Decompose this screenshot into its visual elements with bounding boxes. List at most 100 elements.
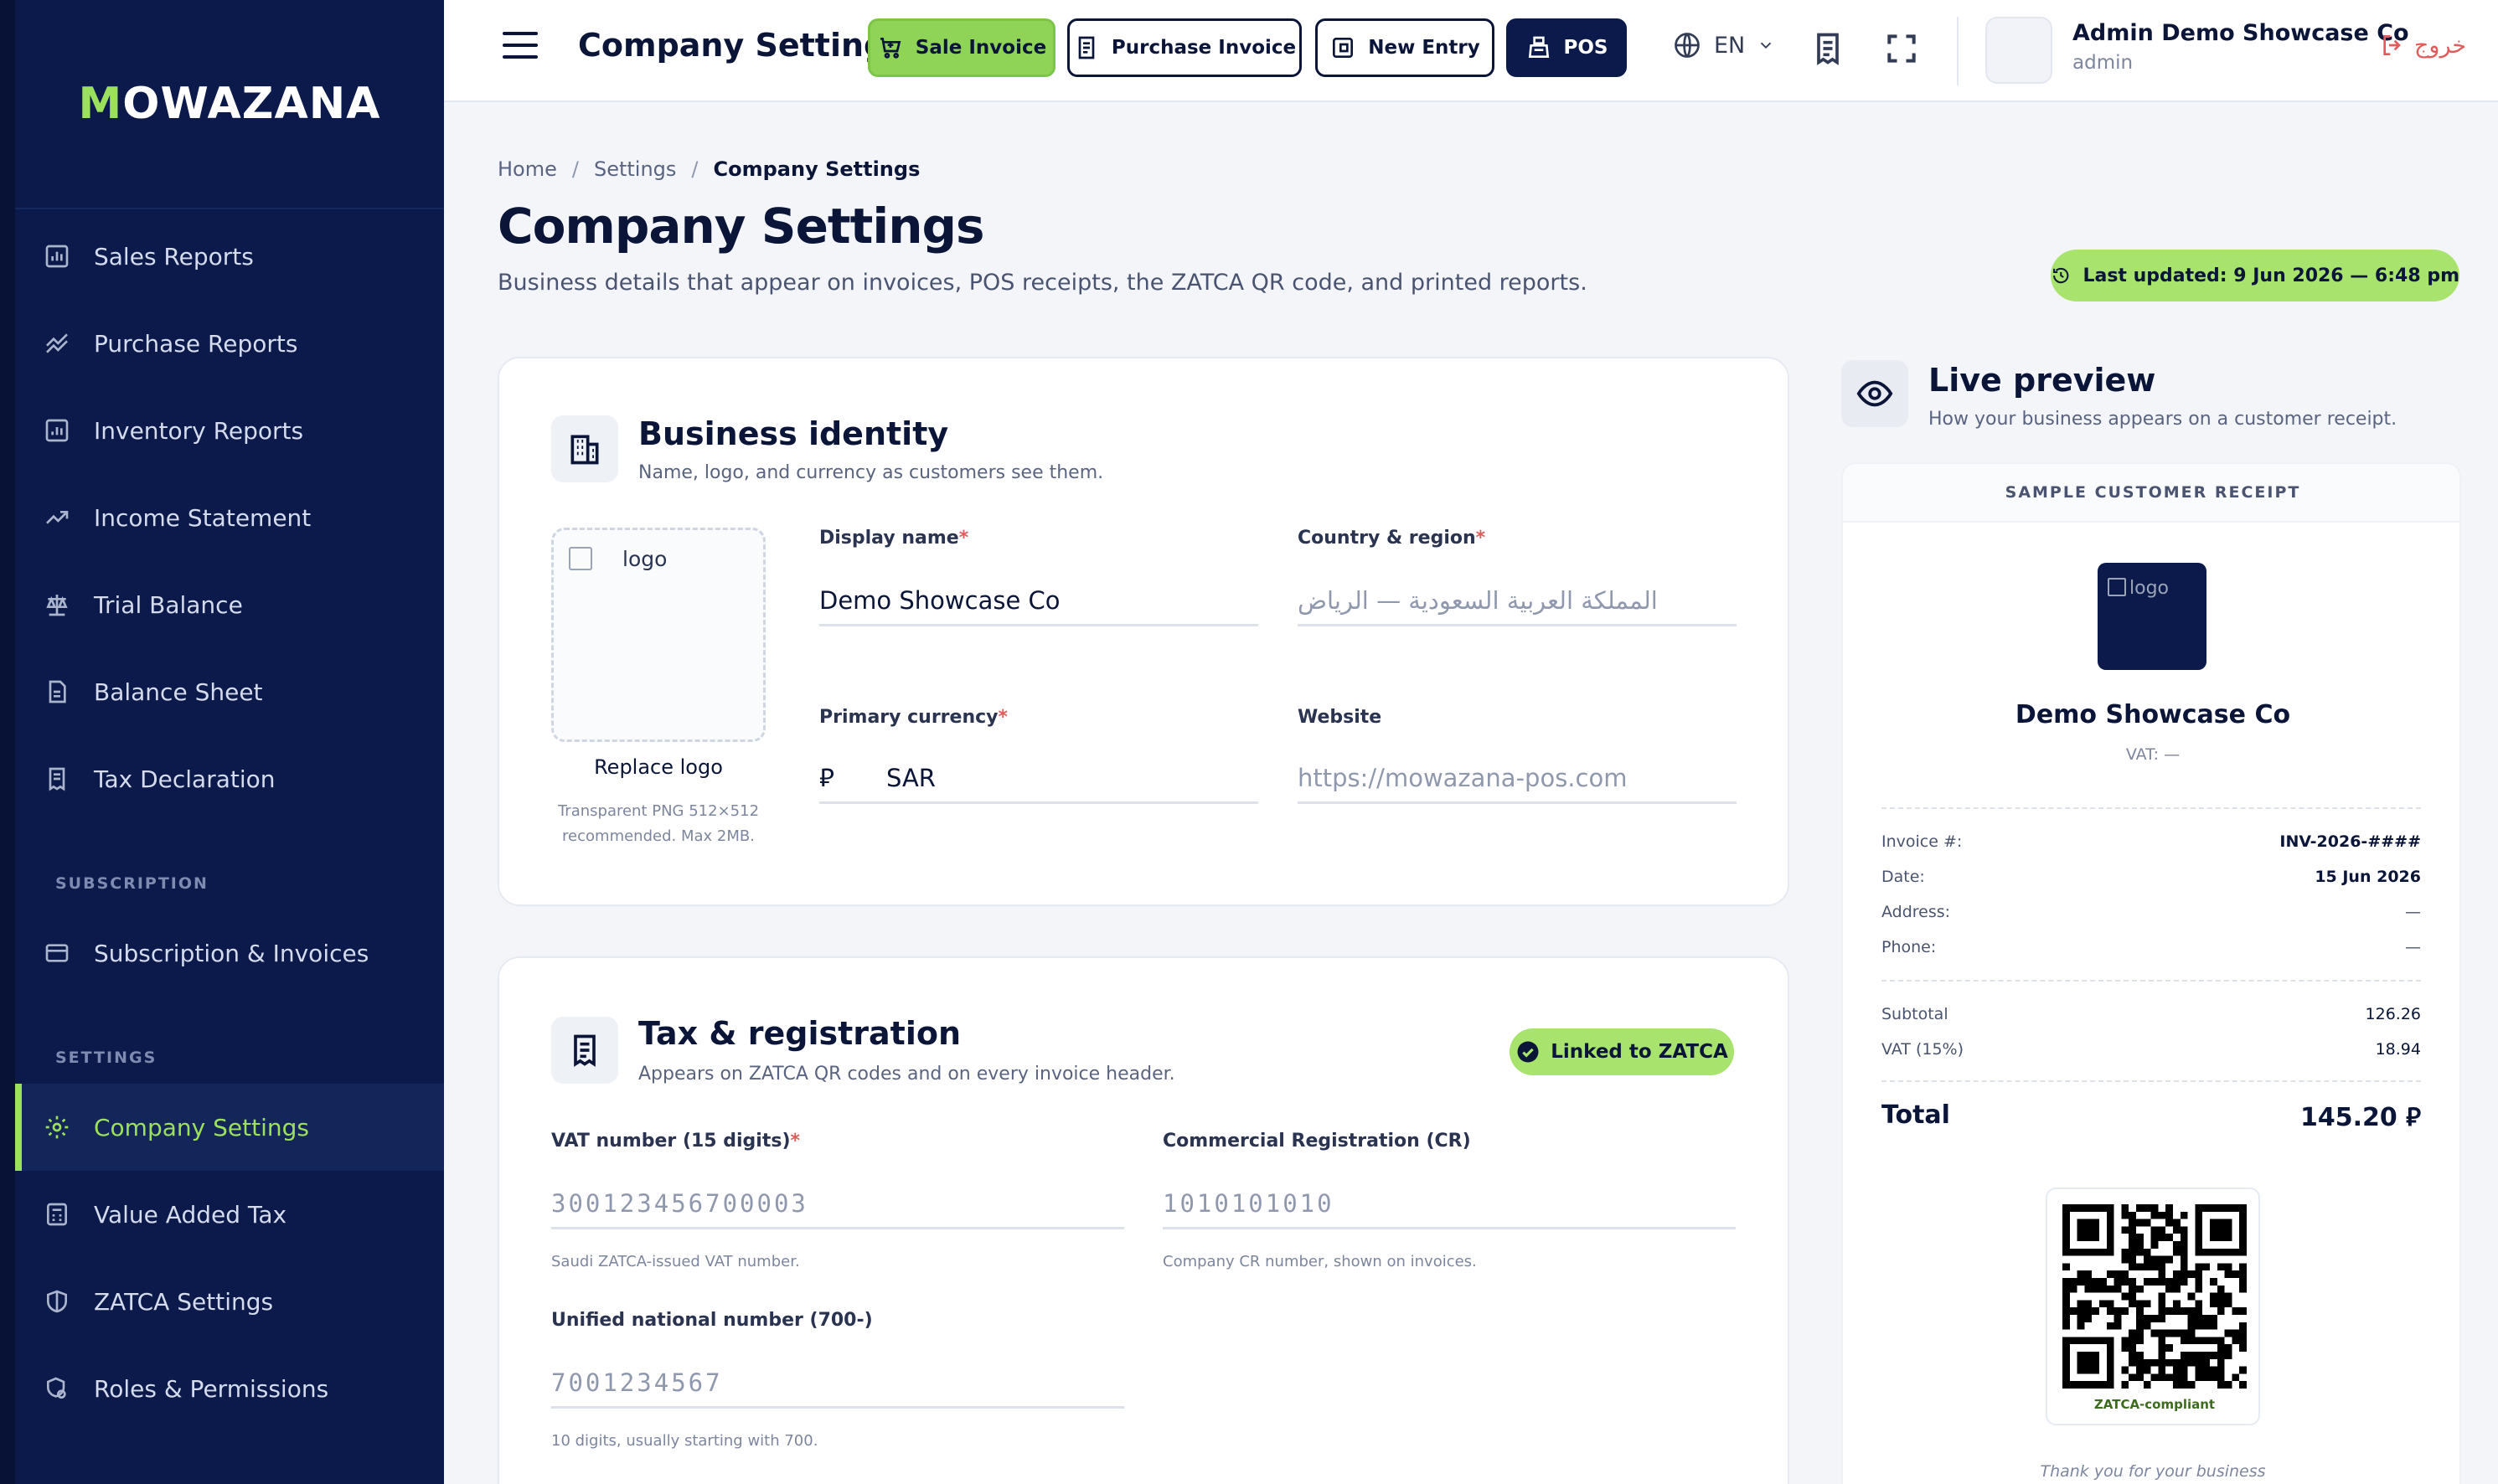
sale-invoice-label: Sale Invoice [915,37,1047,59]
page-subtitle: Business details that appear on invoices… [498,270,1587,296]
sidebar-item-trial-balance[interactable]: Trial Balance [15,561,444,648]
last-updated-badge: Last updated: 9 Jun 2026 — 6:48 pm [2051,250,2459,301]
country-region-label: Country & region* [1298,528,1486,549]
country-region-field[interactable]: المملكة العربية السعودية — الرياض [1298,576,1737,626]
bar-chart-icon [45,245,69,268]
sidebar-section-settings: SETTINGS [55,1049,157,1067]
replace-logo-button[interactable]: Replace logo [551,755,766,779]
sidebar-item-income-statement[interactable]: Income Statement [15,474,444,561]
receipt-divider [1881,807,2421,809]
breadcrumb: Home / Settings / Company Settings [498,157,920,181]
user-name: Admin Demo Showcase Co [2072,20,2409,46]
language-selector[interactable]: EN [1672,30,1775,60]
sidebar-item-subscription-invoices[interactable]: Subscription & Invoices [15,909,444,997]
sample-receipt: SAMPLE CUSTOMER RECEIPT logo Demo Showca… [1841,462,2461,1484]
menu-icon[interactable] [501,28,539,62]
page-title: Company Settings [498,198,985,255]
eye-icon-box [1841,360,1908,427]
pos-label: POS [1563,37,1608,59]
sidebar-item-zatca-settings[interactable]: ZATCA Settings [15,1258,444,1345]
breadcrumb-separator: / [571,157,579,181]
business-identity-title: Business identity [638,415,949,452]
verified-icon [1517,1041,1539,1063]
receipt-row-invoice: Invoice #: INV-2026-#### [1881,832,2421,851]
sidebar-item-value-added-tax[interactable]: Value Added Tax [15,1171,444,1258]
logo-hint-line-1: Transparent PNG 512×512 [557,802,760,820]
shield-icon [47,1290,67,1313]
sidebar-nav: Sales Reports Purchase Reports Inventory… [15,213,444,1432]
display-name-field[interactable]: Demo Showcase Co [819,576,1258,626]
receipt-subtotal: Subtotal 126.26 [1881,1005,2421,1023]
document-icon [49,680,66,703]
commercial-registration-label: Commercial Registration (CR) [1163,1131,1471,1152]
vat-number-field[interactable]: 300123456700003 [551,1179,1124,1229]
avatar[interactable] [1985,17,2052,84]
receipt-vat: VAT: — [2125,745,2181,764]
vat-number-label: VAT number (15 digits)* [551,1131,801,1152]
website-field[interactable]: https://mowazana-pos.com [1298,754,1737,804]
last-updated-text: Last updated: 9 Jun 2026 — 6:48 pm [2083,265,2459,286]
sidebar-item-label: Sales Reports [94,242,254,271]
chevron-down-icon [1761,42,1772,49]
zatca-qr-code: ZATCA-compliant [2046,1188,2260,1425]
calculator-icon [47,1203,67,1226]
sidebar-item-inventory-reports[interactable]: Inventory Reports [15,387,444,474]
sidebar-item-label: ZATCA Settings [94,1287,274,1316]
sale-invoice-button[interactable]: Sale Invoice [868,18,1055,77]
sidebar-item-label: Subscription & Invoices [94,939,369,967]
pos-button[interactable]: POS [1506,18,1627,77]
brand-logo[interactable]: MOWAZANA [15,0,444,209]
business-identity-subtitle: Name, logo, and currency as customers se… [638,462,1104,483]
sidebar-item-label: Inventory Reports [94,416,304,445]
commercial-registration-field[interactable]: 1010101010 [1163,1179,1736,1229]
receipt-logo: logo [2098,563,2206,670]
logout-button[interactable]: خروج [2379,32,2466,59]
logout-label: خروج [2414,32,2467,59]
tax-registration-title: Tax & registration [638,1015,962,1052]
logo-image: logo [569,547,667,571]
sidebar-item-label: Roles & Permissions [94,1374,329,1403]
user-shield-icon [47,1377,66,1399]
sidebar-item-purchase-reports[interactable]: Purchase Reports [15,300,444,387]
breadcrumb-home[interactable]: Home [498,157,557,181]
purchase-invoice-button[interactable]: Purchase Invoice [1067,18,1302,77]
breadcrumb-settings[interactable]: Settings [594,157,676,181]
logout-icon [2383,35,2401,55]
receipt-icon [574,1034,596,1067]
new-entry-label: New Entry [1368,37,1480,59]
language-label: EN [1714,32,1746,59]
sidebar-item-label: Value Added Tax [94,1200,287,1229]
receipt-header: SAMPLE CUSTOMER RECEIPT [1843,464,2459,523]
building-icon-box [551,415,618,482]
sidebar: MOWAZANA Sales Reports Purchase Reports … [0,0,444,1484]
receipt-vat-amount: VAT (15%) 18.94 [1881,1040,2421,1059]
sidebar-item-label: Company Settings [94,1113,309,1141]
sidebar-item-sales-reports[interactable]: Sales Reports [15,213,444,300]
riyal-symbol-icon: ⃁ [819,764,834,793]
new-entry-button[interactable]: New Entry [1315,18,1494,77]
logo-upload[interactable]: logo [551,528,766,742]
fullscreen-icon[interactable] [1883,30,1920,67]
primary-currency-field[interactable]: ⃁ SAR [819,754,1258,804]
sidebar-item-label: Purchase Reports [94,329,298,358]
receipt-divider [1881,1080,2421,1082]
qr-code-icon [2062,1204,2247,1389]
sidebar-item-tax-declaration[interactable]: Tax Declaration [15,735,444,822]
logo-hint: Transparent PNG 512×512 recommended. Max… [551,799,766,849]
receipt-icon[interactable] [1809,30,1846,67]
receipt-row-phone: Phone: — [1881,938,2421,956]
unified-number-field[interactable]: 7001234567 [551,1358,1124,1409]
receipt-company-name: Demo Showcase Co [2015,700,2291,729]
sidebar-item-label: Balance Sheet [94,678,263,706]
primary-currency-label: Primary currency* [819,707,1009,728]
top-bar-title: Company Settings [578,27,906,64]
wallet-icon [1333,38,1354,58]
logo-hint-line-2: recommended. Max 2MB. [562,827,755,845]
top-bar-divider [1957,17,1959,85]
sidebar-item-balance-sheet[interactable]: Balance Sheet [15,648,444,735]
sidebar-item-roles-permissions[interactable]: Roles & Permissions [15,1345,444,1432]
receipt-row-date: Date: 15 Jun 2026 [1881,868,2421,886]
zatca-badge-text: Linked to ZATCA [1551,1041,1728,1063]
receipt-icon [49,767,65,791]
sidebar-item-company-settings[interactable]: Company Settings [15,1084,444,1171]
